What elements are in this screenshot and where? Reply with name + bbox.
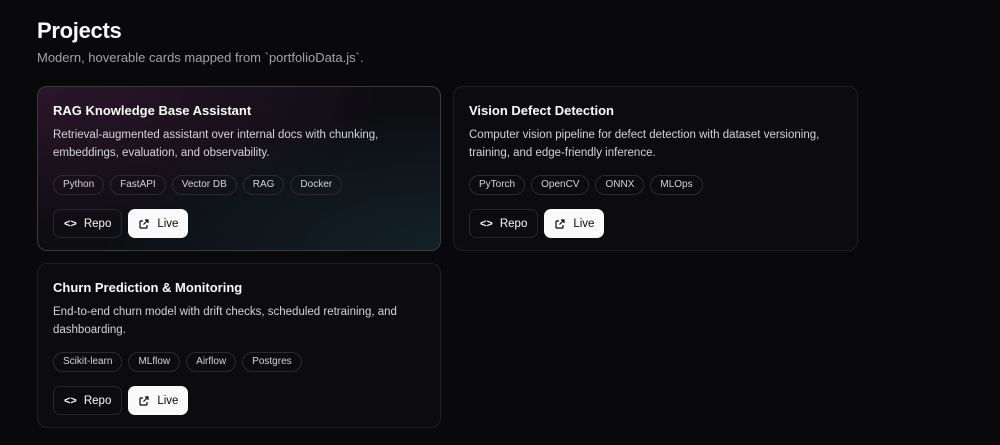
live-button[interactable]: Live (128, 209, 189, 238)
tech-tag: MLflow (128, 352, 181, 372)
live-label: Live (157, 394, 179, 407)
tech-tag: RAG (242, 175, 285, 195)
live-button[interactable]: Live (128, 386, 189, 415)
project-title: RAG Knowledge Base Assistant (53, 103, 252, 118)
tech-tag: Docker (290, 175, 343, 195)
project-card[interactable]: RAG Knowledge Base Assistant Retrieval-a… (37, 86, 441, 251)
tech-tag: Python (53, 175, 105, 195)
live-label: Live (573, 217, 595, 230)
project-title: Churn Prediction & Monitoring (53, 280, 243, 295)
external-link-icon (139, 218, 149, 229)
project-card[interactable]: Churn Prediction & Monitoring End-to-end… (37, 263, 441, 428)
tech-tag: Postgres (242, 352, 302, 372)
tech-tag: Vector DB (171, 175, 237, 195)
tech-tag: MLOps (650, 175, 703, 195)
page-subtitle: Modern, hoverable cards mapped from `por… (37, 50, 364, 65)
project-description: End-to-end churn model with drift checks… (53, 306, 397, 336)
repo-button[interactable]: <> Repo (469, 209, 539, 238)
project-title: Vision Defect Detection (469, 103, 614, 118)
tech-tag: Airflow (186, 352, 237, 372)
repo-button[interactable]: <> Repo (53, 386, 123, 415)
code-icon: <> (64, 394, 77, 407)
code-icon: <> (480, 217, 493, 230)
tag-list: Scikit-learn MLflow Airflow Postgres (53, 352, 425, 372)
repo-label: Repo (83, 217, 112, 230)
page-title: Projects (37, 18, 122, 43)
live-button[interactable]: Live (544, 209, 605, 238)
project-card[interactable]: Vision Defect Detection Computer vision … (453, 86, 858, 251)
tech-tag: ONNX (595, 175, 645, 195)
project-description: Computer vision pipeline for defect dete… (469, 129, 820, 159)
tech-tag: FastAPI (110, 175, 166, 195)
repo-label: Repo (499, 217, 528, 230)
tech-tag: OpenCV (531, 175, 590, 195)
external-link-icon (555, 218, 565, 229)
external-link-icon (139, 395, 149, 406)
code-icon: <> (64, 217, 77, 230)
tag-list: PyTorch OpenCV ONNX MLOps (469, 175, 842, 195)
tag-list: Python FastAPI Vector DB RAG Docker (53, 175, 425, 195)
live-label: Live (157, 217, 179, 230)
projects-grid: RAG Knowledge Base Assistant Retrieval-a… (37, 86, 858, 428)
tech-tag: PyTorch (469, 175, 526, 195)
project-description: Retrieval-augmented assistant over inter… (53, 129, 379, 159)
tech-tag: Scikit-learn (53, 352, 123, 372)
section-header: Projects Modern, hoverable cards mapped … (37, 16, 364, 65)
repo-label: Repo (83, 394, 112, 407)
repo-button[interactable]: <> Repo (53, 209, 123, 238)
